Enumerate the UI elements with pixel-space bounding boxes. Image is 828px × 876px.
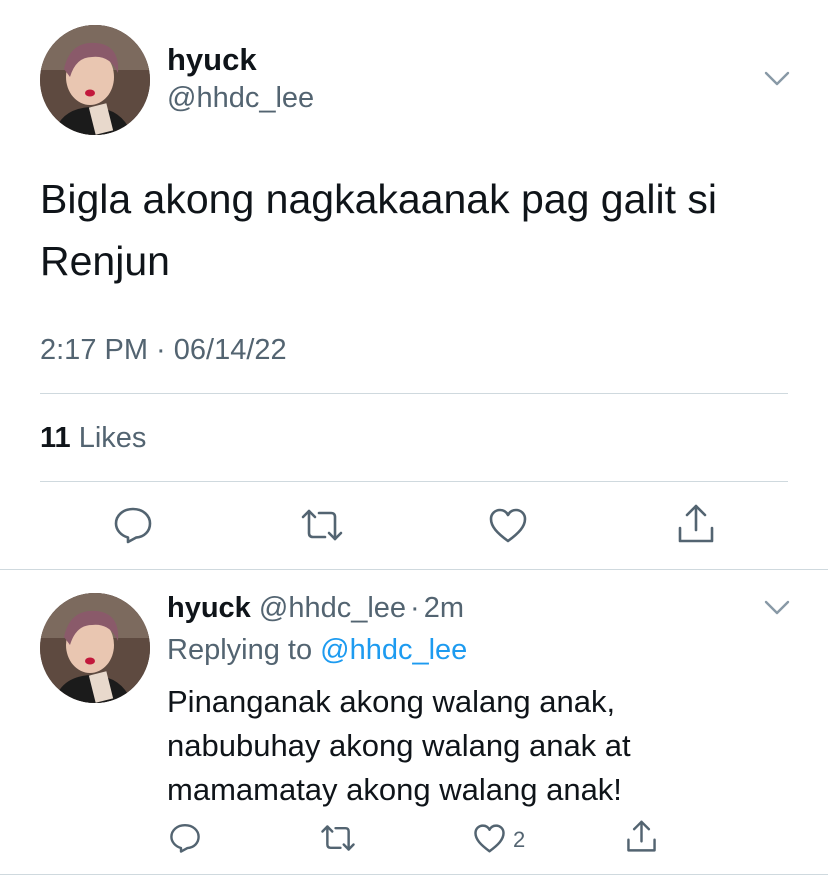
- likes-count: 11: [40, 422, 71, 454]
- tweet-text-line: Bigla akong nagkakaanak pag galit si: [40, 176, 717, 222]
- like-count: 2: [513, 827, 526, 852]
- replying-mention-link[interactable]: @hhdc_lee: [320, 634, 467, 666]
- share-icon[interactable]: [677, 504, 715, 544]
- display-name[interactable]: hyuck: [167, 592, 251, 624]
- reply-icon[interactable]: [169, 822, 201, 854]
- reply-text-line: mamamatay akong walang anak!: [167, 772, 622, 807]
- chevron-down-icon[interactable]: [764, 600, 790, 616]
- user-handle[interactable]: @hhdc_lee: [167, 84, 314, 113]
- separator: ·: [410, 592, 420, 624]
- replying-prefix: Replying to: [167, 634, 313, 666]
- retweet-icon[interactable]: [300, 508, 344, 542]
- tweet-text: Bigla akong nagkakaanak pag galit si Ren…: [40, 168, 800, 292]
- avatar-photo-icon: [40, 593, 150, 703]
- avatar-photo-icon: [40, 25, 150, 135]
- chevron-down-icon[interactable]: [764, 71, 790, 87]
- like-icon[interactable]: [473, 823, 506, 853]
- reply-text: Pinanganak akong walang anak, nabubuhay …: [167, 680, 787, 812]
- user-handle[interactable]: @hhdc_lee: [259, 592, 406, 624]
- reply-icon[interactable]: [113, 506, 153, 544]
- bottom-divider: [0, 874, 828, 875]
- replying-to: Replying to @hhdc_lee: [167, 636, 467, 665]
- likes-summary[interactable]: 11 Likes: [40, 424, 146, 453]
- share-icon[interactable]: [626, 820, 657, 853]
- avatar[interactable]: [40, 25, 150, 135]
- reply-header: hyuck @hhdc_lee · 2m: [167, 594, 464, 623]
- time-ago[interactable]: 2m: [424, 592, 464, 624]
- avatar[interactable]: [40, 593, 150, 703]
- tweet-text-line: Renjun: [40, 238, 170, 284]
- retweet-icon[interactable]: [320, 824, 356, 852]
- divider: [40, 393, 788, 394]
- reply-text-line: Pinanganak akong walang anak,: [167, 684, 616, 719]
- section-divider: [0, 569, 828, 570]
- divider: [40, 481, 788, 482]
- tweet-timestamp[interactable]: 2:17 PM · 06/14/22: [40, 336, 287, 365]
- reply-text-line: nabubuhay akong walang anak at: [167, 728, 631, 763]
- likes-label: Likes: [78, 422, 147, 454]
- like-icon[interactable]: [488, 507, 528, 543]
- display-name[interactable]: hyuck: [167, 44, 257, 75]
